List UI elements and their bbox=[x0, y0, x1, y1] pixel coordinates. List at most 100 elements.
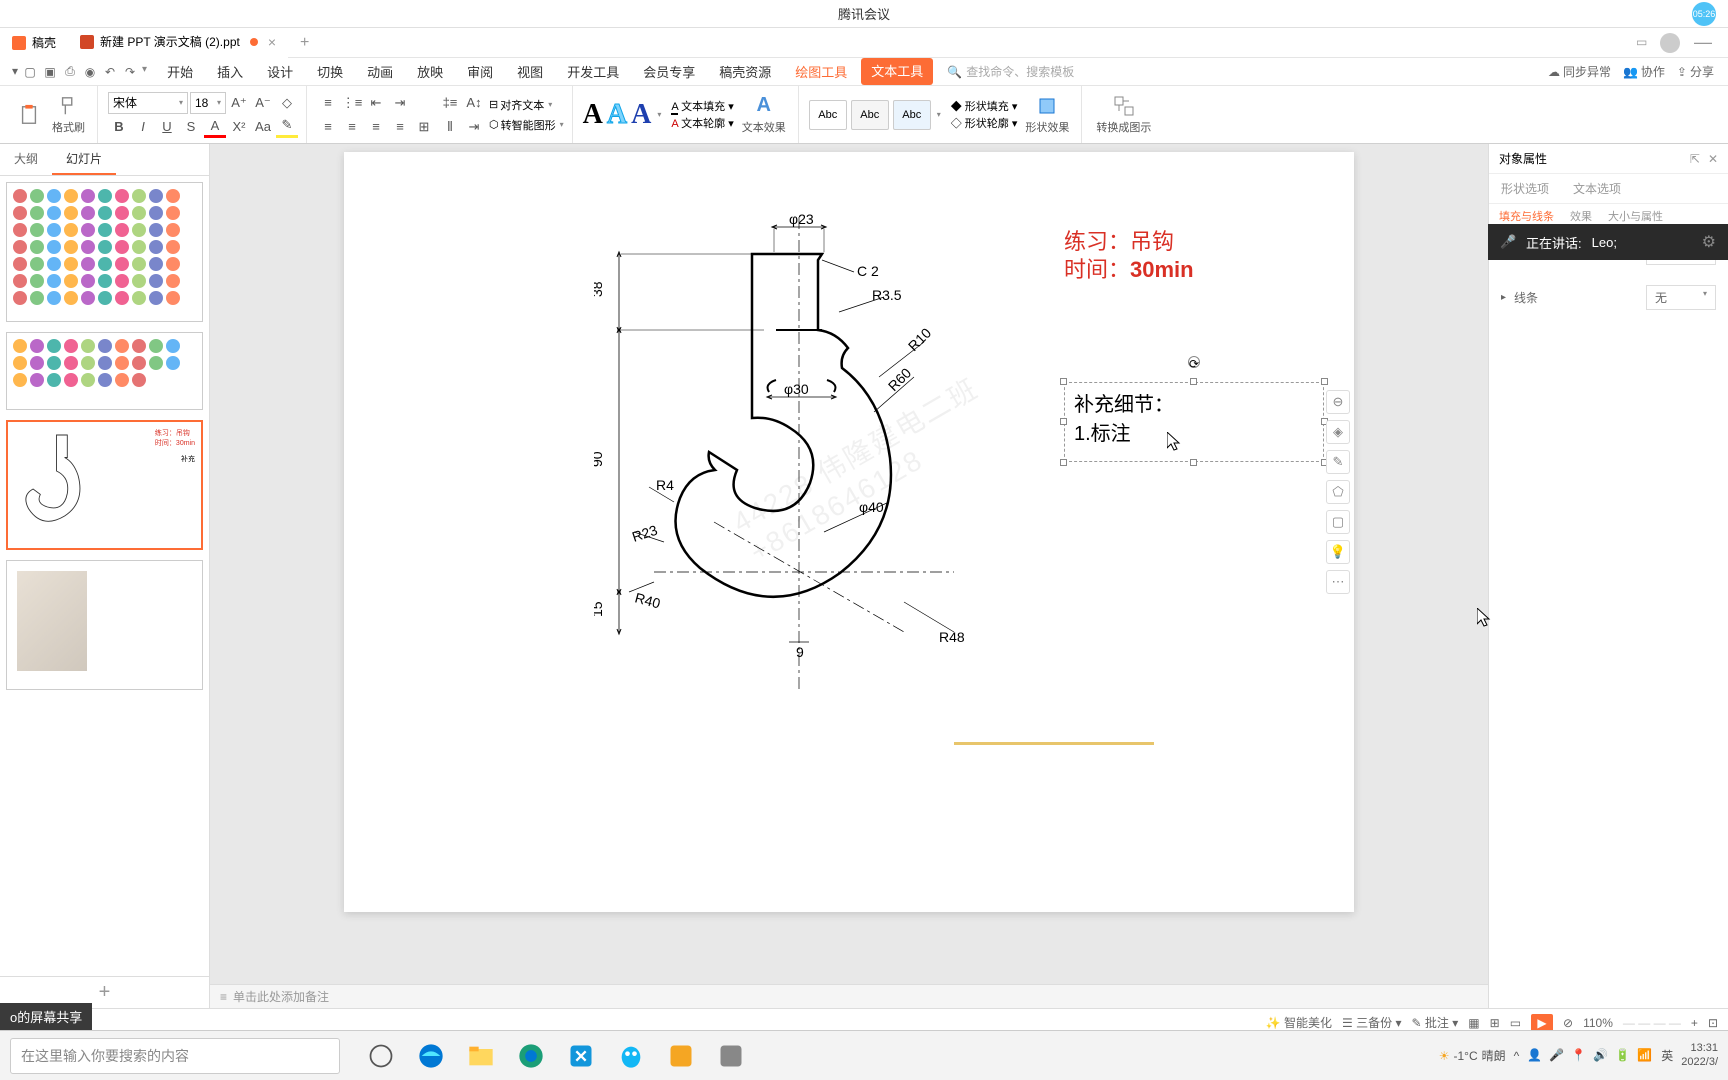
align-text-button[interactable]: ⊟对齐文本▾ bbox=[489, 97, 564, 113]
print-preview-icon[interactable]: ◉ bbox=[82, 64, 98, 80]
bold-button[interactable]: B bbox=[108, 116, 130, 138]
tab-button[interactable]: ⇥ bbox=[463, 116, 485, 138]
shape-style-more[interactable]: ▾ bbox=[937, 110, 941, 119]
collapse-tool[interactable]: ⊖ bbox=[1326, 390, 1350, 414]
tray-expand-icon[interactable]: ^ bbox=[1514, 1049, 1520, 1063]
resize-handle-tr[interactable] bbox=[1321, 378, 1328, 385]
tab-close-button[interactable]: × bbox=[268, 34, 276, 50]
view-reading-icon[interactable]: ▭ bbox=[1510, 1016, 1521, 1030]
numbering-button[interactable]: ⋮≡ bbox=[341, 92, 363, 114]
columns-button[interactable]: ⫴ bbox=[439, 116, 461, 138]
location-tray-icon[interactable]: 📍 bbox=[1571, 1048, 1587, 1064]
file-menu-icon[interactable]: ▾ bbox=[12, 64, 18, 80]
menu-review[interactable]: 审阅 bbox=[457, 58, 503, 85]
shape-style-3[interactable]: Abc bbox=[893, 100, 931, 130]
align-left-button[interactable]: ≡ bbox=[317, 116, 339, 138]
text-fill-button[interactable]: A 文本填充 ▾ bbox=[671, 98, 733, 114]
wifi-tray-icon[interactable]: 📶 bbox=[1637, 1048, 1653, 1064]
font-color-button[interactable]: A bbox=[204, 116, 226, 138]
superscript-button[interactable]: X² bbox=[228, 116, 250, 138]
close-panel-icon[interactable]: ✕ bbox=[1708, 152, 1718, 166]
rotate-handle[interactable]: ⟳ bbox=[1188, 356, 1200, 368]
task-view-icon[interactable] bbox=[360, 1035, 402, 1077]
tab-add-button[interactable]: + bbox=[288, 34, 321, 52]
app-blue-icon[interactable] bbox=[560, 1035, 602, 1077]
volume-tray-icon[interactable]: 🔊 bbox=[1593, 1048, 1609, 1064]
format-brush-button[interactable]: 格式刷 bbox=[48, 93, 89, 137]
line-select[interactable]: 无▾ bbox=[1646, 285, 1716, 310]
menu-design[interactable]: 设计 bbox=[257, 58, 303, 85]
text-effect-button[interactable]: A 文本效果 bbox=[738, 92, 790, 137]
weather-widget[interactable]: ☀ -1°C 晴朗 bbox=[1439, 1047, 1506, 1064]
text-options-tab[interactable]: 文本选项 bbox=[1561, 174, 1633, 203]
text-style-solid[interactable]: A bbox=[583, 99, 603, 131]
line-spacing-button[interactable]: ‡≡ bbox=[439, 92, 461, 114]
notes-bar[interactable]: ≡ 单击此处添加备注 bbox=[210, 984, 1488, 1008]
mic-tray-icon[interactable]: 🎤 bbox=[1549, 1048, 1565, 1064]
align-justify-button[interactable]: ≡ bbox=[389, 116, 411, 138]
shape-outline-button[interactable]: ◇ 形状轮廓 ▾ bbox=[951, 115, 1018, 131]
speaking-settings-icon[interactable]: ⚙ bbox=[1702, 232, 1716, 252]
convert-button[interactable]: 转换成图示 bbox=[1092, 93, 1155, 137]
menu-insert[interactable]: 插入 bbox=[207, 58, 253, 85]
underline-button[interactable]: U bbox=[156, 116, 178, 138]
view-sorter-icon[interactable]: ⊞ bbox=[1490, 1016, 1500, 1030]
idea-tool[interactable]: 💡 bbox=[1326, 540, 1350, 564]
menu-draw-tool[interactable]: 绘图工具 bbox=[785, 58, 857, 85]
clock[interactable]: 13:31 2022/3/ bbox=[1681, 1042, 1718, 1068]
slides-tab[interactable]: 幻灯片 bbox=[52, 144, 116, 175]
decrease-font-icon[interactable]: A⁻ bbox=[252, 92, 274, 114]
paste-button[interactable] bbox=[14, 102, 44, 128]
text-style-gradient[interactable]: A bbox=[631, 99, 651, 131]
crop-tool[interactable]: ▢ bbox=[1326, 510, 1350, 534]
eyedropper-tool[interactable]: ✎ bbox=[1326, 450, 1350, 474]
slide-thumb-3[interactable]: 练习：吊钩时间：30min 补充 bbox=[6, 420, 203, 550]
menu-view[interactable]: 视图 bbox=[507, 58, 553, 85]
change-case-button[interactable]: Aa bbox=[252, 116, 274, 138]
shape-style-1[interactable]: Abc bbox=[809, 100, 847, 130]
comments-button[interactable]: ✎ 批注 ▾ bbox=[1412, 1014, 1459, 1031]
slides-list[interactable]: 练习：吊钩时间：30min 补充 bbox=[0, 176, 209, 976]
user-avatar[interactable] bbox=[1660, 33, 1680, 53]
save-icon[interactable]: ▢ bbox=[22, 64, 38, 80]
undo-icon[interactable]: ↶ bbox=[102, 64, 118, 80]
decrease-indent-button[interactable]: ⇤ bbox=[365, 92, 387, 114]
resize-handle-bc[interactable] bbox=[1190, 459, 1197, 466]
shape-effect-button[interactable]: 形状效果 bbox=[1021, 93, 1073, 137]
view-normal-icon[interactable]: ▦ bbox=[1468, 1016, 1479, 1030]
bullets-button[interactable]: ≡ bbox=[317, 92, 339, 114]
shape-options-tab[interactable]: 形状选项 bbox=[1489, 174, 1561, 203]
slideshow-button[interactable]: ▶ bbox=[1531, 1014, 1553, 1032]
sync-status[interactable]: ☁同步异常 bbox=[1548, 63, 1611, 80]
menu-slideshow[interactable]: 放映 bbox=[407, 58, 453, 85]
command-search[interactable]: 🔍 查找命令、搜索模板 bbox=[947, 63, 1074, 80]
resize-handle-ml[interactable] bbox=[1060, 418, 1067, 425]
shape-fill-button[interactable]: ◆ 形状填充 ▾ bbox=[951, 98, 1018, 114]
meeting-timer-avatar[interactable]: 05:26 bbox=[1692, 2, 1716, 26]
backup-button[interactable]: ☰ 三备份 ▾ bbox=[1342, 1014, 1401, 1031]
qat-more-icon[interactable]: ▾ bbox=[142, 64, 147, 80]
shape-tool[interactable]: ⬠ bbox=[1326, 480, 1350, 504]
italic-button[interactable]: I bbox=[132, 116, 154, 138]
smart-shape-button[interactable]: ⬡转智能图形▾ bbox=[489, 117, 564, 133]
increase-font-icon[interactable]: A⁺ bbox=[228, 92, 250, 114]
zoom-out-button[interactable]: ⊘ bbox=[1563, 1016, 1573, 1030]
layer-tool[interactable]: ◈ bbox=[1326, 420, 1350, 444]
highlight-button[interactable]: ✎ bbox=[276, 116, 298, 138]
slide-canvas[interactable]: φ23 C 2 R3.5 38 φ30 R10 R60 90 R4 R23 R4… bbox=[344, 152, 1354, 912]
people-tray-icon[interactable]: 👤 bbox=[1527, 1048, 1543, 1064]
zoom-level[interactable]: 110% bbox=[1583, 1016, 1613, 1030]
explorer-icon[interactable] bbox=[460, 1035, 502, 1077]
zoom-in-button[interactable]: + bbox=[1691, 1016, 1698, 1030]
tab-home[interactable]: 稿壳 bbox=[0, 28, 68, 58]
increase-indent-button[interactable]: ⇥ bbox=[389, 92, 411, 114]
strike-button[interactable]: S bbox=[180, 116, 202, 138]
resize-handle-bl[interactable] bbox=[1060, 459, 1067, 466]
app-orange-icon[interactable] bbox=[660, 1035, 702, 1077]
menu-member[interactable]: 会员专享 bbox=[633, 58, 705, 85]
shape-style-2[interactable]: Abc bbox=[851, 100, 889, 130]
print-icon[interactable]: ⎙ bbox=[62, 64, 78, 80]
font-size-select[interactable]: 18▾ bbox=[190, 92, 226, 114]
clear-format-icon[interactable]: ◇ bbox=[276, 92, 298, 114]
menu-devtools[interactable]: 开发工具 bbox=[557, 58, 629, 85]
